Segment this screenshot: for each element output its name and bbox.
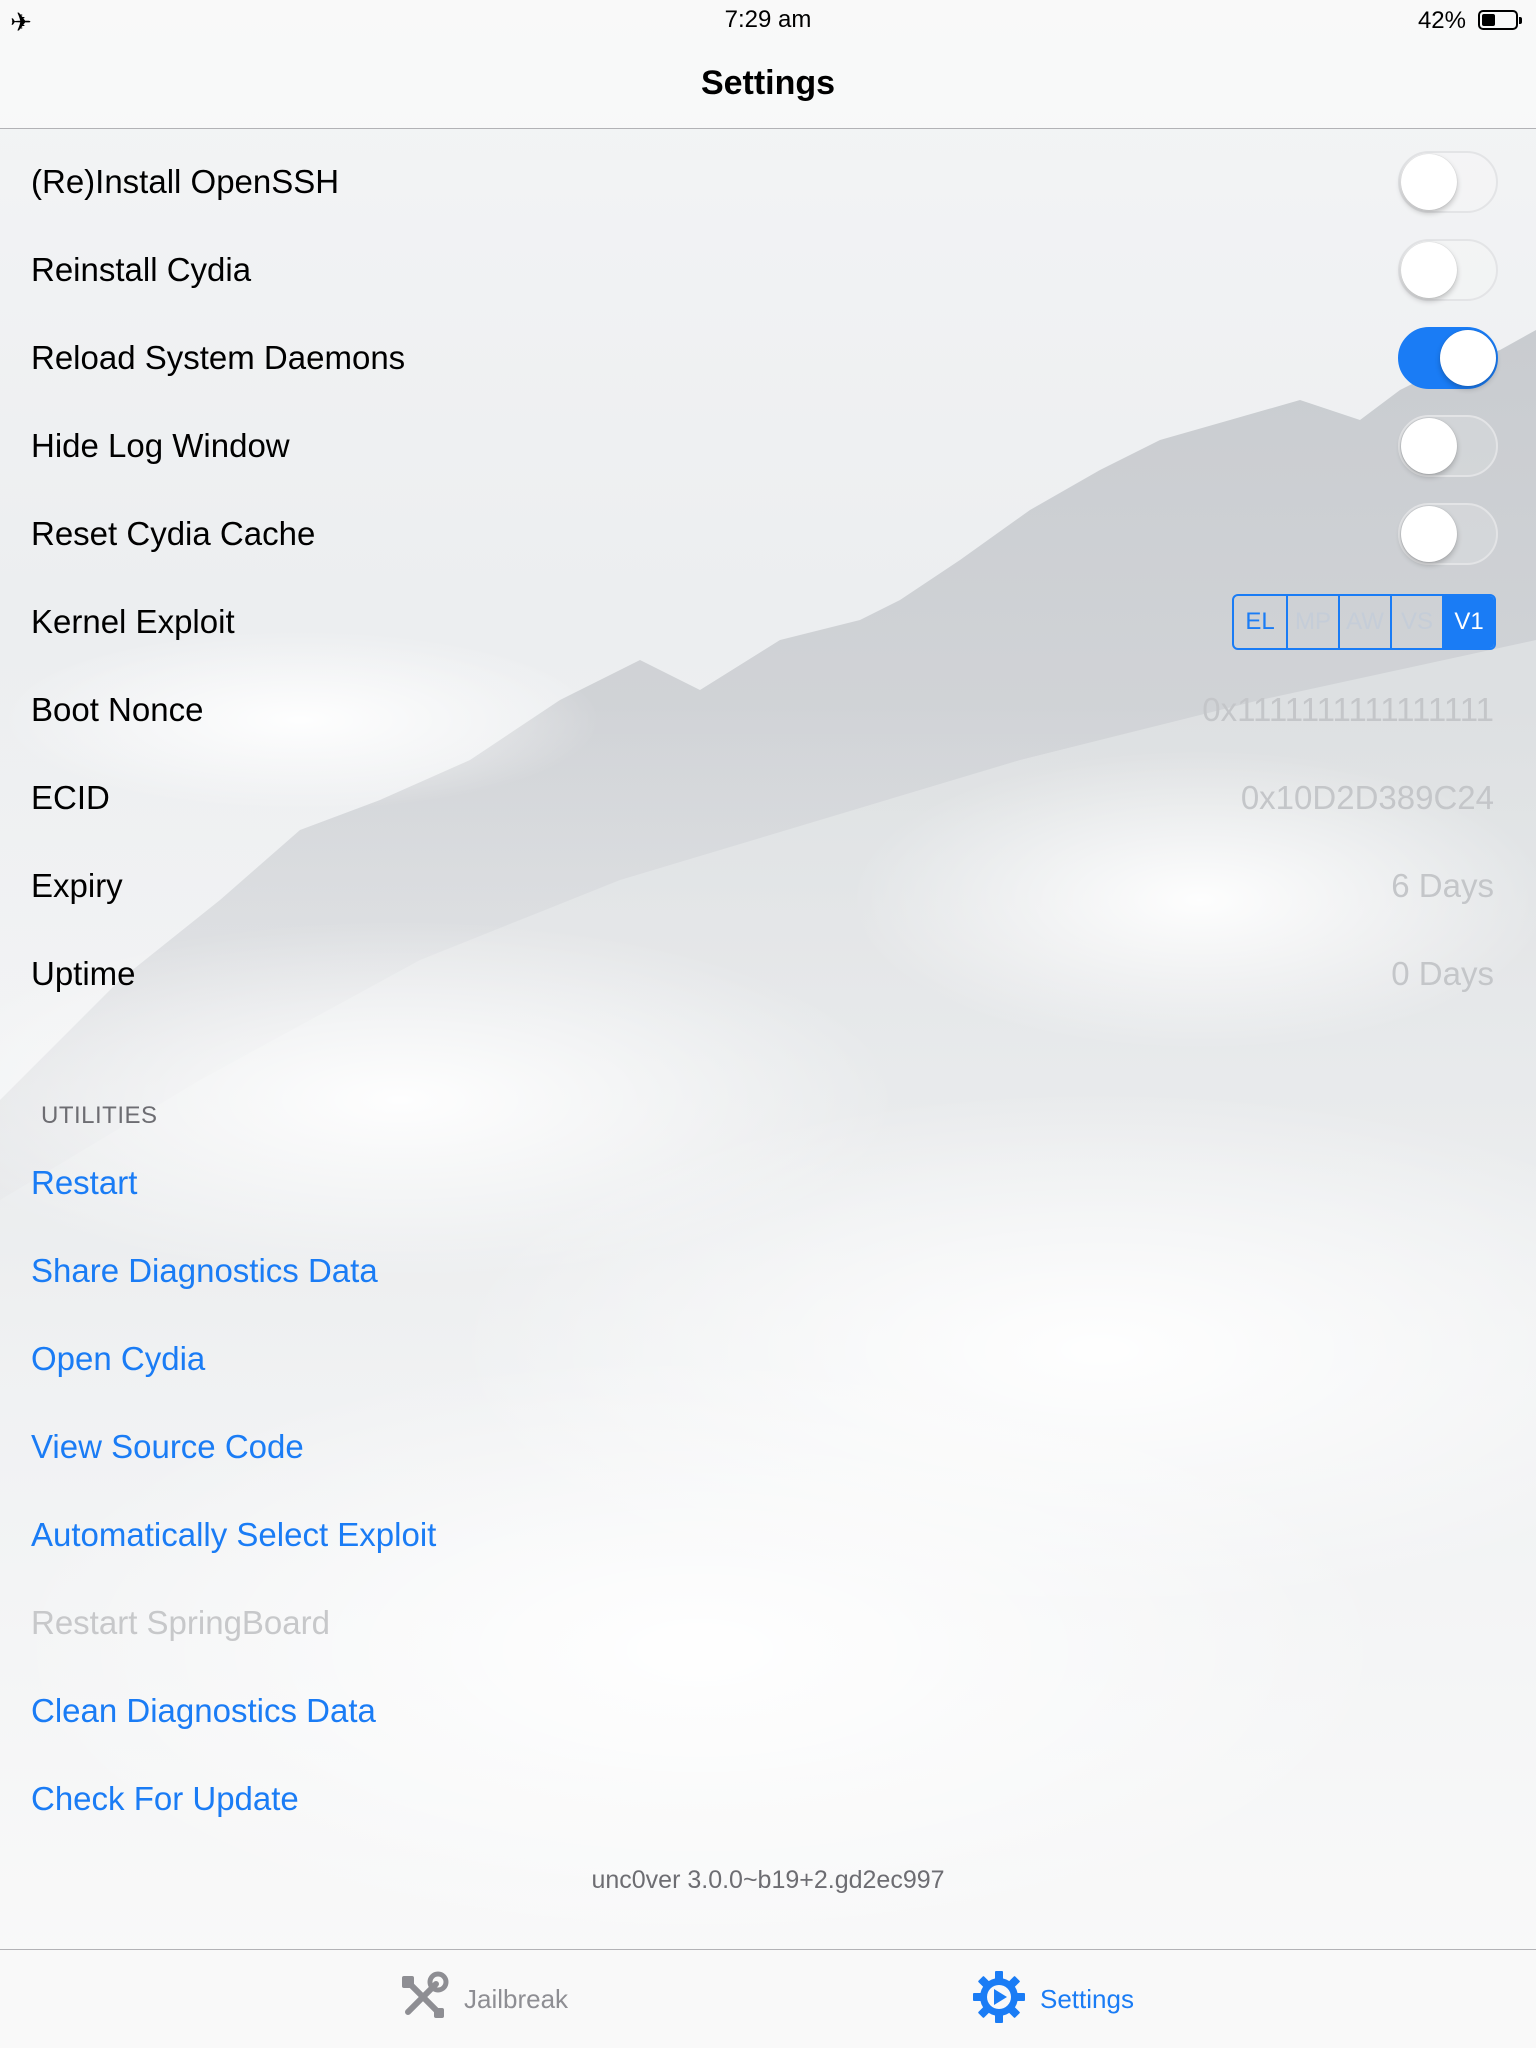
status-bar: ✈ 7:29 am 42% <box>0 0 1536 40</box>
row-label: Kernel Exploit <box>31 603 235 640</box>
tools-icon <box>396 1970 450 2029</box>
utility-clean-diagnostics-data[interactable]: Clean Diagnostics Data <box>0 1667 1536 1755</box>
segment-vs[interactable]: VS <box>1390 596 1442 648</box>
row-hide-log-window: Hide Log Window <box>0 402 1536 490</box>
row-label: Uptime <box>31 955 136 992</box>
toggle-hide-log-window[interactable] <box>1398 415 1498 477</box>
check-for-update-button[interactable]: Check For Update <box>31 1780 299 1818</box>
utility-check-for-update[interactable]: Check For Update <box>0 1755 1536 1843</box>
utility-restart-springboard: Restart SpringBoard <box>0 1579 1536 1667</box>
segment-el[interactable]: EL <box>1234 596 1286 648</box>
row-label: Reinstall Cydia <box>31 251 252 288</box>
toggle-reinstall-cydia[interactable] <box>1398 239 1498 301</box>
tab-settings[interactable]: Settings <box>972 1950 1134 2048</box>
row-label: Expiry <box>31 867 123 904</box>
battery-icon <box>1478 10 1522 30</box>
row-ecid[interactable]: ECID 0x10D2D389C24 <box>0 754 1536 842</box>
utility-restart[interactable]: Restart <box>0 1139 1536 1227</box>
utility-share-diagnostics-data[interactable]: Share Diagnostics Data <box>0 1227 1536 1315</box>
toggle-knob <box>1401 418 1457 474</box>
row-reset-cydia-cache: Reset Cydia Cache <box>0 490 1536 578</box>
segment-v1[interactable]: V1 <box>1442 596 1494 648</box>
version-label: unc0ver 3.0.0~b19+2.gd2ec997 <box>591 1866 945 1894</box>
row-reinstall-openssh: (Re)Install OpenSSH <box>0 138 1536 226</box>
share-diagnostics-button[interactable]: Share Diagnostics Data <box>31 1252 378 1290</box>
tab-label: Settings <box>1040 1983 1134 2014</box>
boot-nonce-value: 0x1111111111111111 <box>1202 691 1494 728</box>
toggle-reinstall-openssh[interactable] <box>1398 151 1498 213</box>
gear-icon <box>972 1970 1026 2029</box>
toggle-knob <box>1401 506 1457 562</box>
row-label: Reset Cydia Cache <box>31 515 316 552</box>
ecid-value: 0x10D2D389C24 <box>1240 779 1494 816</box>
toggle-reset-cydia-cache[interactable] <box>1398 503 1498 565</box>
battery-fill <box>1482 14 1496 26</box>
status-time: 7:29 am <box>724 6 812 33</box>
open-cydia-button[interactable]: Open Cydia <box>31 1340 205 1378</box>
row-boot-nonce[interactable]: Boot Nonce 0x1111111111111111 <box>0 666 1536 754</box>
row-label: Boot Nonce <box>31 691 204 728</box>
row-kernel-exploit: Kernel Exploit EL MP AW VS V1 <box>0 578 1536 666</box>
uptime-value: 0 Days <box>1391 955 1494 992</box>
tab-bar: Jailbreak Settings <box>0 1949 1536 2048</box>
segment-mp[interactable]: MP <box>1286 596 1338 648</box>
toggle-knob <box>1401 154 1457 210</box>
row-label: Reload System Daemons <box>31 339 406 376</box>
restart-button[interactable]: Restart <box>31 1164 137 1202</box>
row-reload-system-daemons: Reload System Daemons <box>0 314 1536 402</box>
battery-percent: 42% <box>1417 7 1466 34</box>
tab-jailbreak[interactable]: Jailbreak <box>396 1950 568 2048</box>
row-expiry: Expiry 6 Days <box>0 842 1536 930</box>
row-label: ECID <box>31 779 110 816</box>
toggle-knob <box>1401 242 1457 298</box>
expiry-value: 6 Days <box>1391 867 1494 904</box>
page-title: Settings <box>700 64 836 102</box>
section-header-utilities: UTILITIES <box>41 1102 158 1129</box>
row-label: Hide Log Window <box>31 427 290 464</box>
tab-label: Jailbreak <box>464 1983 569 2014</box>
utility-view-source-code[interactable]: View Source Code <box>0 1403 1536 1491</box>
row-reinstall-cydia: Reinstall Cydia <box>0 226 1536 314</box>
kernel-exploit-segmented-control: EL MP AW VS V1 <box>1232 594 1496 650</box>
row-label: (Re)Install OpenSSH <box>31 163 340 200</box>
toggle-knob <box>1440 330 1496 386</box>
row-uptime: Uptime 0 Days <box>0 930 1536 1018</box>
utility-open-cydia[interactable]: Open Cydia <box>0 1315 1536 1403</box>
segment-aw[interactable]: AW <box>1338 596 1390 648</box>
clean-diagnostics-button[interactable]: Clean Diagnostics Data <box>31 1692 376 1730</box>
view-source-code-button[interactable]: View Source Code <box>31 1428 304 1466</box>
toggle-reload-system-daemons[interactable] <box>1398 327 1498 389</box>
auto-select-exploit-button[interactable]: Automatically Select Exploit <box>31 1516 436 1554</box>
utility-auto-select-exploit[interactable]: Automatically Select Exploit <box>0 1491 1536 1579</box>
restart-springboard-button: Restart SpringBoard <box>31 1604 330 1641</box>
